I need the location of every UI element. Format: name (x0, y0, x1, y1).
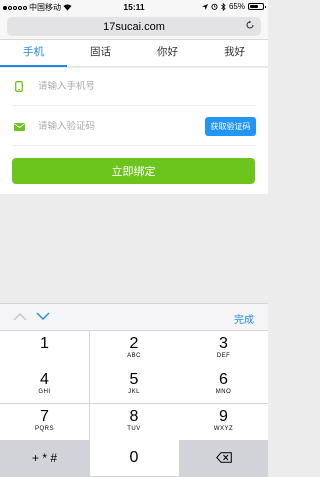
key-digit: 5 (129, 371, 139, 388)
key-5[interactable]: 5 JKL (89, 367, 179, 403)
key-letters: MNO (215, 389, 232, 395)
key-letters: TUV (127, 425, 141, 432)
chevron-up-icon[interactable] (13, 312, 27, 321)
backspace-icon (215, 452, 232, 463)
browser-toolbar: 17sucai.com (0, 14, 268, 40)
get-code-button[interactable]: 获取验证码 (205, 117, 256, 136)
key-digit: 6 (219, 371, 228, 388)
key-letters: GHI (38, 389, 51, 395)
chevron-down-icon[interactable] (36, 312, 50, 321)
tab-landline[interactable]: 固话 (67, 40, 134, 66)
url-text: 17sucai.com (103, 20, 165, 33)
key-digit: 4 (40, 371, 49, 388)
url-bar[interactable]: 17sucai.com (7, 17, 261, 36)
battery-icon (248, 3, 266, 10)
key-letters: ABC (127, 352, 141, 359)
key-0[interactable]: 0 (89, 440, 179, 476)
done-button[interactable]: 完成 (234, 311, 254, 326)
numeric-keypad: 1 2 ABC 3 DEF 4 GHI 5 JKL 6 MNO 7 PQRS 8 TUV 9W… (0, 330, 268, 477)
bind-form: 获取验证码 立即绑定 (0, 68, 268, 194)
key-letters: WXYZ (213, 425, 234, 432)
key-4[interactable]: 4 GHI (0, 367, 89, 403)
tab-nihao[interactable]: 你好 (134, 40, 201, 66)
status-bar: 中国移动 15:11 65% (0, 0, 268, 14)
key-letters: DEF (216, 352, 231, 359)
key-2[interactable]: 2 ABC (89, 330, 179, 367)
bind-now-button[interactable]: 立即绑定 (12, 158, 255, 184)
key-6[interactable]: 6 MNO (179, 367, 268, 403)
tab-mobile[interactable]: 手机 (0, 40, 67, 67)
tab-wohao[interactable]: 我好 (201, 40, 268, 66)
reload-icon[interactable] (245, 20, 255, 30)
key-digit: 8 (129, 407, 139, 425)
key-digit: 0 (129, 449, 139, 466)
key-letters: PQRS (34, 425, 54, 432)
bluetooth-icon (221, 2, 226, 11)
key-7[interactable]: 7 PQRS (0, 403, 89, 440)
key-delete[interactable] (179, 440, 268, 476)
phone-row (12, 68, 256, 106)
alarm-icon (211, 3, 218, 10)
key-digit: 1 (40, 334, 49, 352)
message-icon (12, 122, 26, 131)
battery-fill (250, 5, 258, 8)
key-digit: 3 (219, 334, 228, 352)
code-input[interactable] (38, 121, 205, 132)
tab-bar: 手机 固话 你好 我好 (0, 40, 268, 67)
key-symbols[interactable]: + * # (0, 440, 89, 476)
status-right: 65% (201, 2, 266, 11)
key-digit: 2 (129, 334, 139, 352)
location-icon (201, 3, 208, 10)
phone-input[interactable] (38, 81, 256, 92)
key-8[interactable]: 8 TUV (89, 403, 179, 440)
keyboard-accessory-bar: 完成 (0, 303, 268, 330)
phone-icon (12, 81, 26, 92)
key-letters: JKL (128, 389, 140, 395)
key-1[interactable]: 1 (0, 330, 89, 367)
key-3[interactable]: 3 DEF (179, 330, 268, 367)
key-digit: 9 (219, 407, 228, 425)
symbols-label: + * # (31, 451, 58, 465)
key-9[interactable]: 9 WXYZ (179, 403, 268, 440)
code-row: 获取验证码 (12, 108, 256, 146)
battery-percent: 65% (228, 2, 245, 11)
key-digit: 7 (40, 407, 49, 425)
